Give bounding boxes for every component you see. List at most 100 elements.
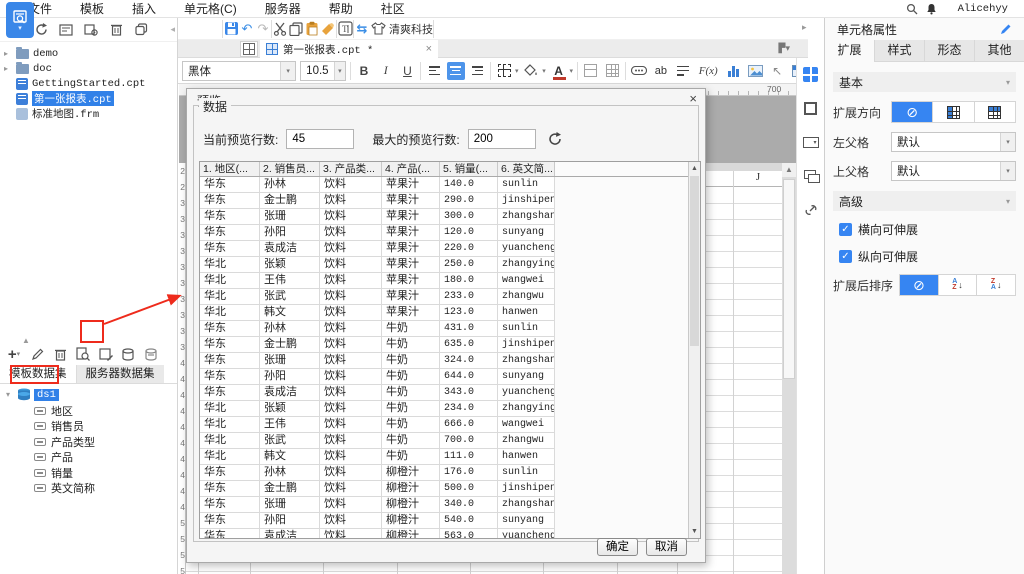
collapse-section-icon[interactable]: ▾ (1006, 197, 1010, 206)
theme-name[interactable]: 清爽科技 (389, 21, 433, 37)
pointer-button[interactable]: ↖ (768, 62, 786, 80)
search-icon[interactable] (902, 0, 922, 18)
cut-icon[interactable] (272, 21, 288, 37)
tab-form[interactable]: 形态 (924, 40, 974, 61)
merge-cells-button[interactable] (582, 62, 600, 80)
bold-button[interactable]: B (355, 62, 373, 80)
hyperlink-icon[interactable] (803, 202, 819, 218)
dataset-field[interactable]: 地区 (0, 403, 177, 419)
font-color-button[interactable]: A (550, 62, 568, 80)
expand-horizontal-button[interactable] (974, 102, 1015, 122)
dataset-field[interactable]: 英文简称 (0, 481, 177, 497)
document-tab[interactable]: 第一张报表.cpt * × (260, 40, 438, 58)
text-button[interactable]: ab (652, 62, 670, 80)
shape-rect-icon[interactable] (803, 100, 819, 116)
user-account-badge[interactable]: Alicehyy (942, 0, 1024, 18)
collapse-section-icon[interactable]: ▾ (1006, 78, 1010, 87)
cell-attributes-icon[interactable]: T (337, 21, 353, 37)
add-dataset-icon[interactable]: +▾ (6, 346, 22, 362)
dataset-field[interactable]: 产品 (0, 450, 177, 466)
table-vertical-scrollbar[interactable]: ▲ ▼ (688, 162, 700, 538)
barcode-button[interactable] (630, 62, 648, 80)
sort-desc-button[interactable]: ZA↓ (976, 275, 1015, 295)
redo-icon[interactable]: ↷ (255, 21, 271, 37)
undo-icon[interactable]: ↶ (239, 21, 255, 37)
table-column-header[interactable]: 4. 产品(... (382, 162, 440, 176)
expand-arrow-icon[interactable]: ▸ (4, 49, 12, 58)
tab-style[interactable]: 样式 (874, 40, 924, 61)
ok-button[interactable]: 确定 (597, 538, 638, 556)
scroll-up-icon[interactable]: ▲ (689, 162, 700, 175)
dataset-field[interactable]: 销量 (0, 465, 177, 481)
menu-item[interactable]: 模板 (66, 0, 118, 18)
preview-dropdown-caret[interactable]: ▾ (18, 26, 22, 31)
checkbox-checked-icon[interactable]: ✓ (839, 223, 852, 236)
left-parent-select[interactable]: 默认 ▾ (891, 132, 1016, 152)
collapse-right-panel-icon[interactable]: ▸ (802, 22, 807, 33)
delete-icon[interactable] (108, 22, 124, 38)
collapse-left-panel-icon[interactable]: ◂ (170, 24, 175, 35)
section-basic[interactable]: 基本 ▾ (833, 72, 1016, 92)
sort-asc-button[interactable]: AZ↓ (938, 275, 977, 295)
image-button[interactable] (747, 62, 765, 80)
section-advanced[interactable]: 高级 ▾ (833, 191, 1016, 211)
italic-button[interactable]: I (377, 62, 395, 80)
fill-color-button[interactable] (523, 62, 541, 80)
theme-shirt-icon[interactable] (370, 21, 386, 37)
file-tree-item[interactable]: ▸demo (0, 46, 177, 61)
close-tab-icon[interactable]: × (426, 43, 432, 55)
font-family-select[interactable]: 黑体 ▾ (182, 61, 296, 81)
file-tree-item[interactable]: 第一张报表.cpt (0, 91, 177, 106)
current-rows-input[interactable] (286, 129, 354, 149)
copy-dataset-icon[interactable] (121, 346, 137, 362)
font-size-select[interactable]: 10.5 ▾ (300, 61, 346, 81)
refresh-icon[interactable] (33, 22, 49, 38)
layers-icon[interactable] (803, 168, 819, 184)
report-block-icon[interactable] (803, 66, 819, 82)
underline-button[interactable]: U (399, 62, 417, 80)
dataset-field[interactable]: 销售员 (0, 419, 177, 435)
expand-arrow-icon[interactable]: ▾ (6, 390, 14, 399)
table-column-header[interactable]: 3. 产品类... (320, 162, 382, 176)
scroll-up-icon[interactable]: ▲ (782, 163, 796, 177)
format-painter-icon[interactable] (320, 21, 336, 37)
menu-item[interactable]: 帮助 (315, 0, 367, 18)
edit-dataset-icon[interactable] (29, 346, 45, 362)
checkbox-checked-icon[interactable]: ✓ (839, 250, 852, 263)
bell-icon[interactable] (922, 0, 942, 18)
dataset-node-ds1[interactable]: ▾ ds1 (0, 386, 177, 403)
dataset-field[interactable]: 产品类型 (0, 434, 177, 450)
tab-template-datasets[interactable]: 模板数据集 (0, 365, 76, 383)
chart-button[interactable] (725, 62, 743, 80)
column-header-J[interactable]: J (738, 171, 778, 183)
dialog-close-icon[interactable]: × (689, 91, 697, 106)
table-column-header[interactable]: 5. 销量(... (440, 162, 498, 176)
scroll-down-icon[interactable]: ▼ (689, 525, 700, 538)
chevron-down-icon[interactable]: ▾ (569, 67, 573, 75)
expand-none-button[interactable]: ⊘ (892, 102, 932, 122)
report-grid-icon[interactable] (240, 41, 258, 57)
expand-arrow-icon[interactable]: ▸ (4, 64, 12, 73)
delete-dataset-icon[interactable] (52, 346, 68, 362)
copy-icon[interactable] (288, 21, 304, 37)
settings-file-icon[interactable] (83, 22, 99, 38)
chevron-down-icon[interactable]: ▾ (515, 67, 519, 75)
preview-dataset-icon[interactable] (75, 346, 91, 362)
chevron-down-icon[interactable]: ▾ (542, 67, 546, 75)
expand-vertical-button[interactable] (932, 102, 973, 122)
canvas-vertical-scrollbar[interactable]: ▲ (782, 163, 796, 574)
table-column-header[interactable]: 6. 英文简... (498, 162, 555, 176)
collapse-toolbar-icon[interactable]: ▛▾ (779, 43, 790, 54)
swap-icon[interactable]: ⇆ (354, 21, 370, 37)
rename-icon[interactable] (58, 22, 74, 38)
scrollbar-thumb[interactable] (690, 176, 699, 346)
menu-item[interactable]: 服务器 (251, 0, 315, 18)
duplicate-icon[interactable] (133, 22, 149, 38)
menu-item[interactable]: 社区 (367, 0, 419, 18)
menu-item[interactable]: 插入 (118, 0, 170, 18)
refresh-preview-icon[interactable] (548, 132, 562, 146)
richtext-button[interactable] (674, 62, 692, 80)
align-center-button[interactable] (447, 62, 465, 80)
file-tree-item[interactable]: 标准地图.frm (0, 106, 177, 121)
paste-icon[interactable] (304, 21, 320, 37)
